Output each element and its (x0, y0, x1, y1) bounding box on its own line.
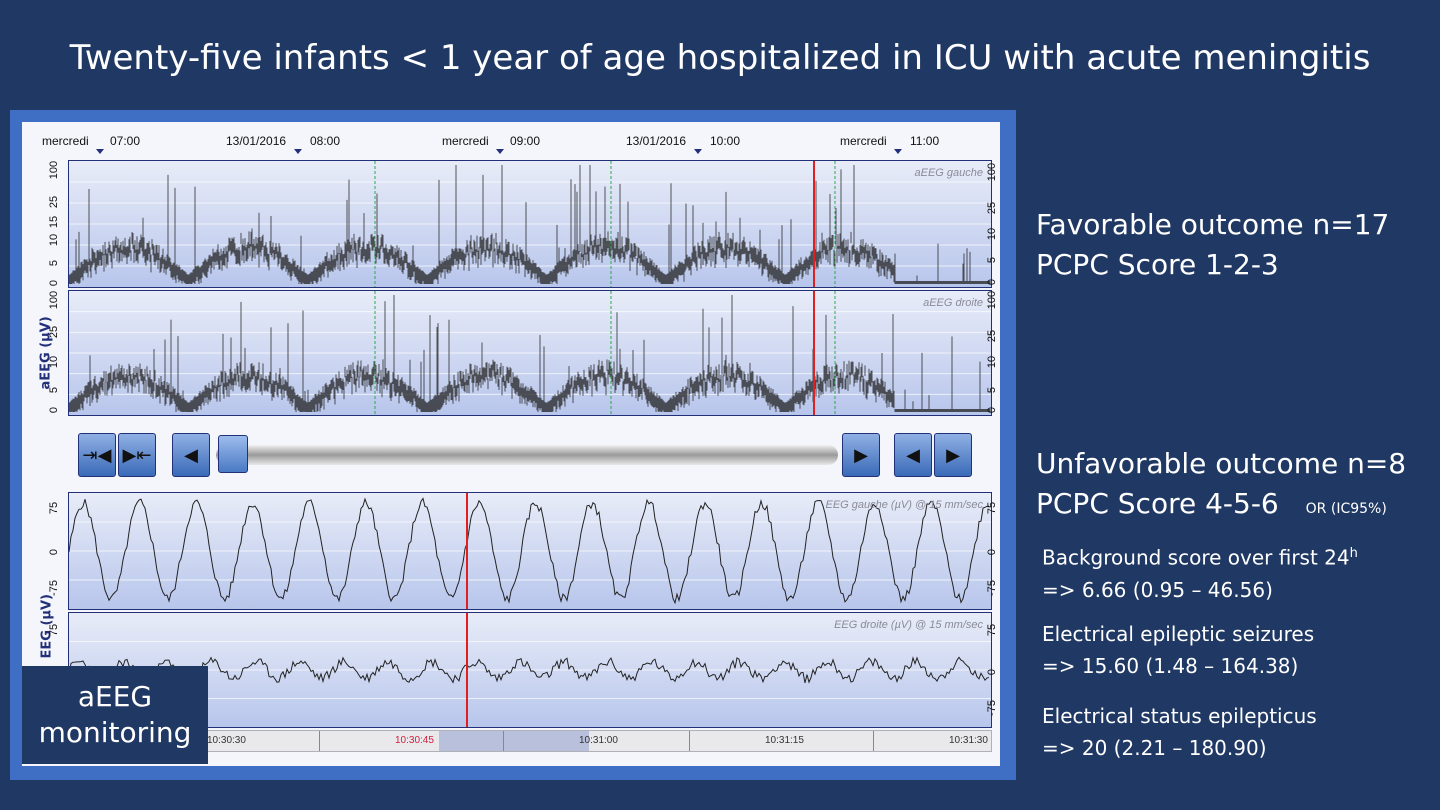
aeeg-right-tick: 10 (986, 227, 998, 241)
eeg-tick: 75 (48, 623, 60, 637)
favorable-line-2: PCPC Score 1-2-3 (1036, 248, 1279, 281)
unfavorable-line-1: Unfavorable outcome n=8 (1036, 447, 1407, 480)
timeline-label: 10:30:30 (207, 735, 246, 746)
aeeg-tick: 25 (48, 325, 60, 339)
header-dropdown-icon[interactable] (894, 149, 902, 154)
unfavorable-line-2: PCPC Score 4-5-6 (1036, 487, 1279, 520)
timeline-label-current: 10:30:45 (395, 735, 434, 746)
header-time-5: 11:00 (910, 134, 940, 148)
timeline-label: 10:31:00 (579, 735, 618, 746)
eeg-tick: 75 (986, 501, 998, 515)
timeline-highlight (439, 731, 589, 751)
step-back-button[interactable]: ◀ (894, 433, 932, 477)
timeline-label: 10:31:30 (949, 735, 988, 746)
navigation-controls: ⇥◀ ▶⇤ ◀ ▶ ◀ ▶ (68, 427, 992, 487)
header-time-1: 07:00 (110, 134, 141, 148)
aeeg-right-tick: 0 (986, 406, 998, 414)
aeeg-tick: 10 (48, 233, 60, 247)
aeeg-right-tick: 10 (986, 355, 998, 369)
stat-background-score: Background score over first 24h => 6.66 … (1042, 538, 1358, 606)
zoom-in-button[interactable]: ⇥◀ (78, 433, 116, 477)
stat-label: Electrical status epilepticus (1042, 704, 1317, 728)
timeline-tick (873, 731, 874, 751)
aeeg-tick: 0 (48, 406, 60, 414)
stat-value: => 15.60 (1.48 – 164.38) (1042, 654, 1299, 678)
stat-sup: h (1349, 546, 1358, 561)
aeeg-tick: 100 (48, 290, 60, 310)
header-dropdown-icon[interactable] (294, 149, 302, 154)
header-date-2: 13/01/2016 (626, 134, 687, 148)
header-day-3: mercredi (840, 134, 887, 148)
header-day-2: mercredi (442, 134, 489, 148)
aeeg-right-tick: 100 (986, 162, 998, 182)
eeg-left-track[interactable]: EEG gauche (µV) @ 15 mm/sec (68, 492, 992, 610)
timeline-tick (319, 731, 320, 751)
or-label: OR (IC95%) (1305, 501, 1387, 517)
eeg-tick: 75 (48, 501, 60, 515)
eeg-tick: -75 (986, 700, 998, 716)
aeeg-right-label: aEEG droite (923, 297, 983, 309)
header-time-4: 10:00 (710, 134, 741, 148)
stat-status-epilepticus: Electrical status epilepticus => 20 (2.2… (1042, 700, 1317, 764)
badge-line-2: monitoring (38, 716, 192, 749)
aeeg-left-track[interactable]: aEEG gauche (68, 160, 992, 288)
zoom-out-icon: ▶⇤ (122, 444, 152, 466)
header-day-1: mercredi (42, 134, 89, 148)
eeg-tick: 0 (48, 548, 60, 556)
eeg-tick: 75 (986, 623, 998, 637)
timeline-label: 10:31:15 (765, 735, 804, 746)
stat-value: => 6.66 (0.95 – 46.56) (1042, 577, 1273, 602)
aeeg-left-trace (69, 161, 991, 287)
aeeg-right-track[interactable]: aEEG droite (68, 290, 992, 416)
slide-title: Twenty-five infants < 1 year of age hosp… (69, 38, 1371, 78)
zoom-in-icon: ⇥◀ (82, 444, 112, 466)
aeeg-tick: 100 (48, 160, 60, 180)
eeg-tick: 0 (986, 668, 998, 676)
time-slider-thumb[interactable] (218, 435, 248, 473)
header-dropdown-icon[interactable] (694, 149, 702, 154)
aeeg-monitoring-badge: aEEG monitoring (22, 666, 208, 764)
unfavorable-outcome: Unfavorable outcome n=8 PCPC Score 4-5-6… (1036, 444, 1406, 529)
time-slider-track[interactable] (216, 445, 838, 465)
header-time-2: 08:00 (310, 134, 341, 148)
prev-button[interactable]: ◀ (172, 433, 210, 477)
timeline-tick (503, 731, 504, 751)
aeeg-right-tick: 25 (986, 201, 998, 215)
header-time-3: 09:00 (510, 134, 541, 148)
next-button[interactable]: ▶ (842, 433, 880, 477)
aeeg-tick: 10 (48, 355, 60, 369)
aeeg-right-tick: 100 (986, 290, 998, 310)
eeg-left-label: EEG gauche (µV) @ 15 mm/sec (825, 499, 983, 511)
stat-seizures: Electrical epileptic seizures => 15.60 (… (1042, 618, 1314, 682)
step-forward-button[interactable]: ▶ (934, 433, 972, 477)
step-back-icon: ◀ (906, 444, 920, 466)
header-dropdown-icon[interactable] (496, 149, 504, 154)
eeg-tick: -75 (48, 580, 60, 596)
prev-icon: ◀ (184, 444, 198, 466)
aeeg-right-tick: 5 (986, 256, 998, 264)
stat-label: Electrical epileptic seizures (1042, 622, 1315, 646)
eeg-right-label: EEG droite (µV) @ 15 mm/sec (834, 619, 983, 631)
badge-line-1: aEEG (77, 680, 153, 713)
favorable-line-1: Favorable outcome n=17 (1036, 208, 1390, 241)
time-header: mercredi 07:00 13/01/2016 08:00 mercredi… (22, 122, 1000, 158)
stat-value: => 20 (2.21 – 180.90) (1042, 736, 1267, 760)
favorable-outcome: Favorable outcome n=17 PCPC Score 1-2-3 (1036, 205, 1389, 285)
timeline-tick (689, 731, 690, 751)
header-dropdown-icon[interactable] (96, 149, 104, 154)
aeeg-left-label: aEEG gauche (914, 167, 984, 179)
header-date-1: 13/01/2016 (226, 134, 287, 148)
zoom-out-button[interactable]: ▶⇤ (118, 433, 156, 477)
eeg-tick: -75 (986, 580, 998, 596)
eeg-tick: 0 (986, 548, 998, 556)
step-forward-icon: ▶ (946, 444, 960, 466)
aeeg-right-trace (69, 291, 991, 415)
stat-label: Background score over first 24 (1042, 545, 1350, 570)
aeeg-right-tick: 25 (986, 329, 998, 343)
next-icon: ▶ (854, 444, 868, 466)
